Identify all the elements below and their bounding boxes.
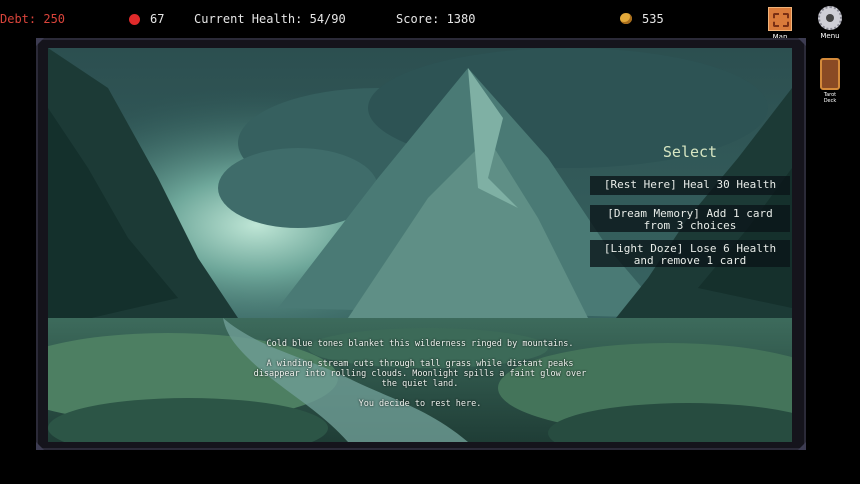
map-icon [768,7,792,31]
narrative-line: A winding stream cuts through tall grass… [253,359,587,389]
deck-label: Tarot Deck [823,92,837,104]
frame-corner [798,38,806,46]
select-title: Select [662,143,718,161]
current-health: Current Health: 54/90 [194,12,346,26]
map-button[interactable]: Map [767,7,793,41]
deck-icon [820,58,840,90]
narrative-text: Cold blue tones blanket this wilderness … [250,339,590,419]
choice-rest-here[interactable]: [Rest Here] Heal 30 Health [590,176,790,195]
menu-button[interactable]: Menu [817,6,843,40]
frame-corner [798,442,806,450]
menu-label: Menu [820,32,840,40]
gold-value: 535 [642,12,664,26]
coin-icon [620,13,632,24]
frame-corner [36,38,44,46]
heart-icon [129,14,140,25]
debt-counter: Debt: 250 [0,12,66,26]
frame-corner [36,442,44,450]
tarot-deck-button[interactable]: Tarot Deck [818,58,842,104]
choice-light-doze[interactable]: [Light Doze] Lose 6 Health and remove 1 … [590,240,790,267]
narrative-line: Cold blue tones blanket this wilderness … [266,339,574,349]
top-hud: Debt: 250 67 Current Health: 54/90 Score… [0,0,860,41]
choice-dream-memory[interactable]: [Dream Memory] Add 1 card from 3 choices [590,205,790,232]
score: Score: 1380 [396,12,476,26]
hp-value: 67 [150,12,165,26]
gear-icon [818,6,842,30]
narrative-line: You decide to rest here. [358,399,482,409]
